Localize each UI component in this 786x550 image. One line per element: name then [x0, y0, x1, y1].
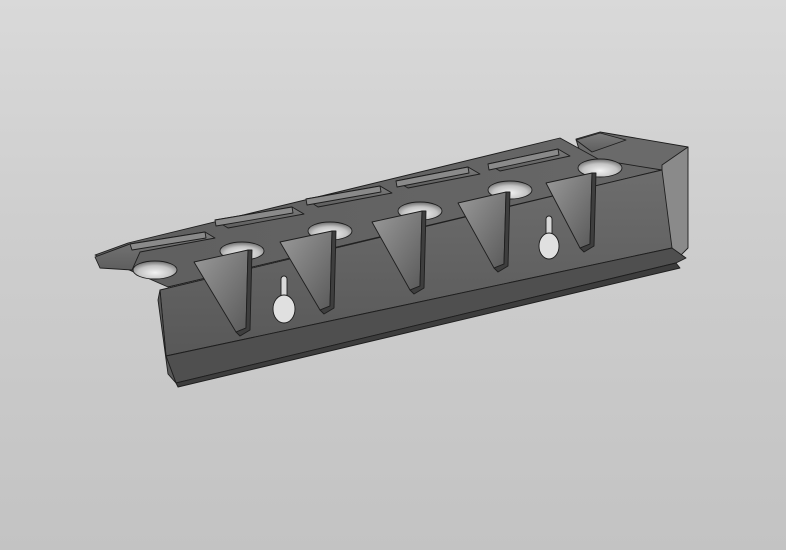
3d-viewport[interactable] [0, 0, 786, 550]
hole [132, 260, 178, 280]
model-view[interactable] [0, 0, 786, 550]
model-body[interactable] [94, 131, 689, 388]
